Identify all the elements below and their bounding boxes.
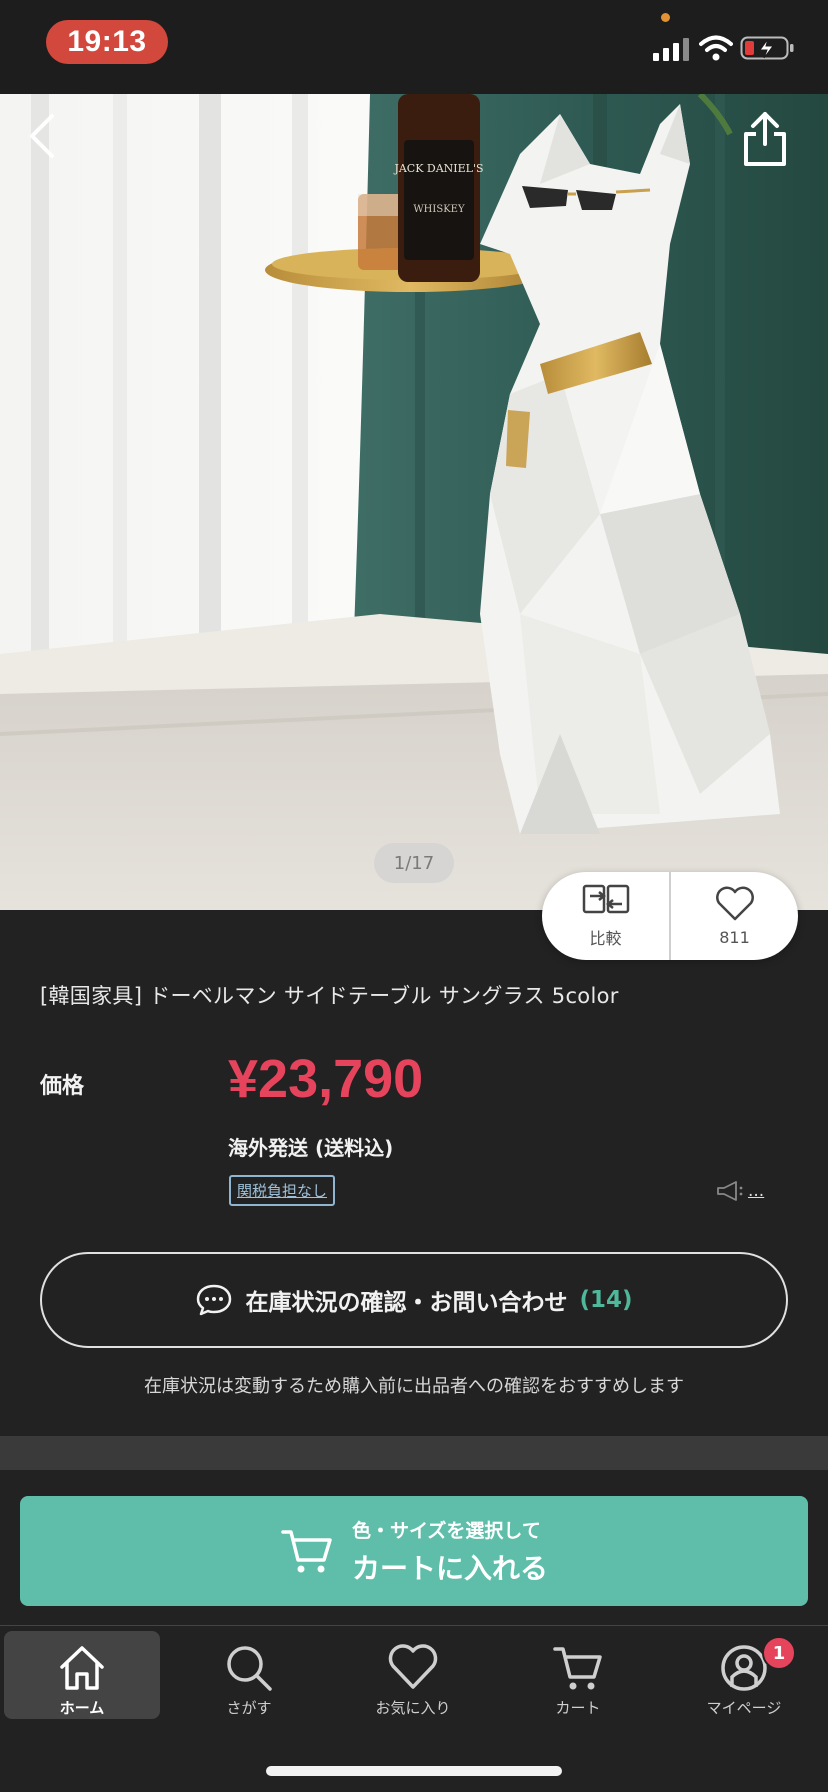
tab-cart-label: カート [555,1699,601,1717]
inquiry-count: (14) [579,1287,633,1313]
heart-icon [388,1644,438,1689]
favorite-count: 811 [719,927,750,947]
chat-bubble-icon [197,1284,232,1316]
tab-cart[interactable]: カート [500,1631,656,1719]
tab-search-label: さがす [226,1699,272,1717]
tab-search[interactable]: さがす [171,1631,327,1719]
add-to-cart-button[interactable]: 色・サイズを選択して カートに入れる [20,1496,808,1606]
signal-icon [653,38,689,61]
bottle-label-text: JACK DANIEL'S [393,162,483,175]
megaphone-icon [717,1181,743,1201]
product-price: ¥23,790 [228,1049,424,1109]
compare-icon [582,884,629,914]
tab-favorites-label: お気に入り [375,1699,451,1717]
cart-sub-label: 色・サイズを選択して [351,1519,541,1542]
cart-icon [281,1530,332,1573]
privacy-indicator-dot [661,13,670,22]
gallery-page-indicator: 1/17 [374,843,454,883]
tab-home[interactable]: ホーム [4,1631,160,1719]
home-indicator [266,1766,562,1776]
compare-label: 比較 [589,929,622,948]
tab-favorites[interactable]: お気に入り [335,1631,491,1719]
shipping-info: 海外発送 (送料込) [228,1136,394,1160]
cart-icon [553,1647,602,1690]
stock-notice: 在庫状況は変動するため購入前に出品者への確認をおすすめします [144,1376,684,1397]
compare-button[interactable]: 比較 [542,872,669,960]
inquiry-label: 在庫状況の確認・お問い合わせ [245,1290,568,1316]
heart-icon [715,886,754,920]
product-title: [韓国家具] ドーベルマン サイドテーブル サングラス 5color [40,984,619,1008]
tab-mypage[interactable]: マイページ [666,1631,822,1719]
bottle-label-text-2: WHISKEY [413,204,465,215]
back-chevron-icon[interactable] [22,108,62,164]
tab-home-label: ホーム [59,1699,105,1717]
tax-free-badge[interactable]: 関税負担なし [229,1175,336,1206]
section-separator [0,1436,828,1470]
price-label: 価格 [40,1074,85,1099]
wifi-icon [699,35,733,61]
cart-main-label: カートに入れる [351,1551,548,1585]
report-dots: ... [748,1181,765,1201]
product-image-gallery[interactable]: JACK DANIEL'S WHISKEY [0,94,828,910]
report-link[interactable]: ... [716,1180,764,1202]
home-icon [60,1646,104,1690]
compare-favorite-pill: 比較 811 [542,872,798,960]
tab-mypage-label: マイページ [706,1699,782,1717]
notification-badge: 1 [762,1636,796,1670]
stock-inquiry-button[interactable]: 在庫状況の確認・お問い合わせ (14) [40,1252,788,1348]
status-bar: 19:13 [0,0,828,94]
status-time: 19:13 [46,20,168,64]
search-icon [227,1646,272,1691]
battery-charging-icon [740,36,794,60]
share-icon[interactable] [740,108,790,170]
product-photo: JACK DANIEL'S WHISKEY [0,94,828,910]
favorite-button[interactable]: 811 [671,872,798,960]
